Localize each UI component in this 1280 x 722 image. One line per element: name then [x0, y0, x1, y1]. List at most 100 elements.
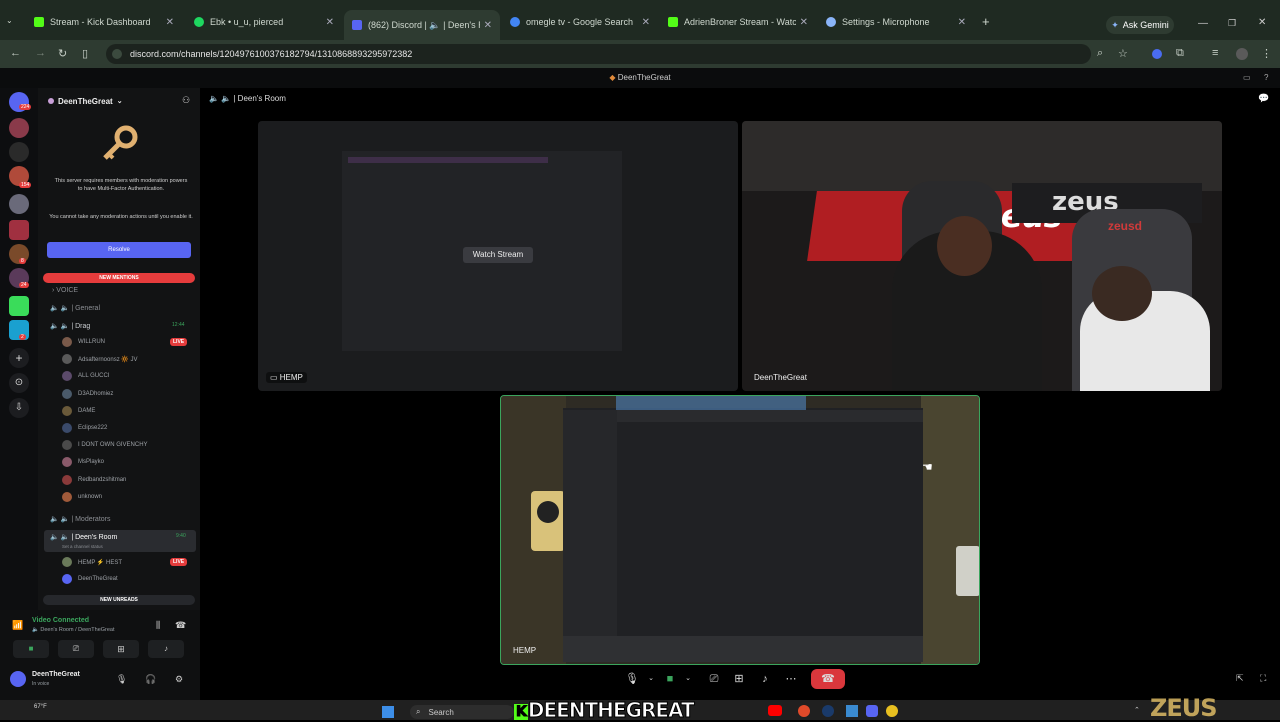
fullscreen-icon[interactable]: ⛶ [1260, 673, 1266, 684]
server-icon[interactable] [9, 118, 29, 138]
more-options-button[interactable]: ⋯ [781, 669, 801, 689]
close-icon[interactable]: ✕ [642, 17, 650, 28]
reading-list-icon[interactable]: ≡ [1212, 47, 1218, 59]
bookmark-star-icon[interactable]: ☆ [1118, 47, 1128, 60]
voice-member[interactable]: unknown [62, 491, 102, 502]
extension-icon[interactable] [1152, 49, 1162, 59]
weather-widget[interactable]: 67°F [34, 704, 47, 710]
activities-button[interactable]: ⊞ [729, 669, 749, 689]
watch-stream-button[interactable]: Watch Stream [463, 247, 533, 263]
channel-drag[interactable]: 🔈 🔈 | Drag [50, 322, 90, 330]
close-icon[interactable]: ✕ [484, 20, 492, 31]
voice-member[interactable]: Redbandzshitman [62, 474, 126, 485]
address-bar[interactable]: discord.com/channels/1204976100376182794… [106, 44, 1091, 64]
chevron-up-icon[interactable]: ⌃ [1134, 706, 1140, 714]
new-unreads-banner[interactable]: NEW UNREADS [43, 595, 195, 605]
microphone-button[interactable]: 🎙 [622, 669, 642, 689]
tab-kick-dashboard[interactable]: Stream - Kick Dashboard ✕ [26, 8, 182, 36]
stream-tile[interactable]: Watch Stream ▭ HEMP [258, 121, 738, 391]
screen-share-button[interactable]: ⎚ [704, 669, 724, 689]
extensions-puzzle-icon[interactable]: ⧉ [1176, 47, 1184, 60]
popout-icon[interactable]: ⇱ [1236, 673, 1244, 684]
soundboard-button[interactable]: ♪ [755, 669, 775, 689]
avatar[interactable] [10, 671, 26, 687]
back-icon[interactable]: ← [10, 47, 21, 59]
taskbar-search[interactable]: ⌕ Search [410, 705, 514, 719]
camera-tile[interactable]: zeus zeus zeusd DeenTheGreat [742, 121, 1222, 391]
windows-start-icon[interactable] [382, 706, 394, 718]
new-mentions-banner[interactable]: NEW MENTIONS [43, 273, 195, 283]
new-tab-button[interactable]: + [982, 14, 990, 29]
help-icon[interactable]: ? [1264, 73, 1268, 82]
download-icon[interactable]: ⇩ [9, 398, 29, 418]
resolve-button[interactable]: Resolve [47, 242, 191, 258]
reload-icon[interactable]: ↻ [58, 47, 67, 60]
profile-avatar[interactable] [1236, 48, 1248, 60]
voice-status-title[interactable]: Video Connected [32, 617, 89, 624]
discord-icon[interactable] [866, 705, 878, 717]
voice-member[interactable]: Eclipse222 [62, 423, 107, 433]
maximize-icon[interactable]: ❐ [1228, 18, 1236, 29]
close-icon[interactable]: ✕ [326, 17, 334, 28]
camera-button[interactable]: ■ [660, 669, 680, 689]
headphones-icon[interactable]: 🎧 [145, 674, 156, 685]
screen-share-tile[interactable]: ☚ HEMP [500, 395, 980, 665]
chrome-menu-icon[interactable]: ⋮ [1261, 47, 1272, 60]
signal-icon[interactable]: 📶 [12, 620, 23, 631]
close-icon[interactable]: ✕ [958, 17, 966, 28]
voice-member[interactable]: D3ADhomiez [62, 388, 113, 399]
user-name[interactable]: DeenTheGreat [32, 671, 80, 678]
voice-member[interactable]: WILLRUN LIVE [62, 337, 188, 347]
chat-icon[interactable]: 💬 [1258, 93, 1269, 104]
add-server-icon[interactable]: + [9, 348, 29, 368]
screen-share-button[interactable]: ⎚ [58, 640, 94, 658]
server-header[interactable]: DeenTheGreat ⌄ [48, 94, 188, 108]
voice-member[interactable]: MsPlayko [62, 457, 104, 468]
site-info-icon[interactable] [112, 49, 122, 59]
invite-icon[interactable]: ⚇ [182, 95, 190, 106]
disconnect-icon[interactable]: ☎ [175, 620, 186, 631]
tab-search-icon[interactable]: ⌄ [6, 16, 13, 25]
forward-icon[interactable]: → [35, 47, 46, 59]
inbox-icon[interactable]: ▭ [1243, 73, 1251, 82]
voice-member[interactable]: ALL GUCCI [62, 371, 109, 382]
microphone-icon[interactable]: 🎙 [116, 674, 127, 685]
soundboard-button[interactable]: ♪ [148, 640, 184, 658]
split-view-icon[interactable]: ▯ [82, 47, 88, 60]
discover-icon[interactable]: ⊙ [9, 373, 29, 393]
app-icon[interactable] [886, 705, 898, 717]
chevron-down-icon[interactable]: ⌄ [678, 669, 698, 689]
steam-icon[interactable] [822, 705, 834, 717]
chrome-icon[interactable] [798, 705, 810, 717]
noise-suppression-icon[interactable]: ⫼ [156, 620, 160, 631]
tab-spotify[interactable]: Ebk • u_u, pierced ✕ [186, 8, 342, 36]
voice-member[interactable]: DeenTheGreat [62, 574, 118, 585]
channel-moderators[interactable]: 🔈 🔈 | Moderators [50, 515, 111, 523]
tab-kick-stream[interactable]: AdrienBroner Stream - Watch L ✕ [660, 8, 816, 36]
voice-member[interactable]: Adsafternoonsz 🔆 JV [62, 354, 138, 365]
app-icon[interactable] [846, 705, 858, 717]
close-icon[interactable]: ✕ [800, 17, 808, 28]
tab-discord[interactable]: (862) Discord | 🔈 | Deen's R ✕ [344, 10, 500, 40]
gear-icon[interactable]: ⚙ [175, 674, 183, 685]
disconnect-call-button[interactable]: ☎ [811, 669, 845, 689]
window-close-icon[interactable]: ✕ [1258, 17, 1266, 28]
camera-toggle-button[interactable]: ■ [13, 640, 49, 658]
close-icon[interactable]: ✕ [166, 17, 174, 28]
server-icon[interactable] [9, 220, 29, 240]
voice-member[interactable]: DAME [62, 405, 95, 416]
server-icon[interactable] [9, 296, 29, 316]
voice-member[interactable]: HEMP ⚡ HEST LIVE [62, 557, 188, 567]
server-icon[interactable] [9, 194, 29, 214]
tab-google-search[interactable]: omegle tv - Google Search ✕ [502, 8, 658, 36]
voice-category[interactable]: › VOICE [52, 287, 78, 294]
ask-gemini-button[interactable]: ✦ Ask Gemini [1106, 16, 1174, 34]
voice-member[interactable]: I DONT OWN GIVENCHY [62, 440, 148, 451]
youtube-icon[interactable] [768, 705, 782, 716]
channel-general[interactable]: 🔈 🔈 | General [50, 304, 100, 312]
server-icon[interactable] [9, 142, 29, 162]
chevron-down-icon[interactable]: ⌄ [641, 669, 661, 689]
tab-settings[interactable]: Settings - Microphone ✕ [818, 8, 974, 36]
activities-button[interactable]: ⊞ [103, 640, 139, 658]
zoom-icon[interactable]: ⌕ [1097, 47, 1103, 60]
